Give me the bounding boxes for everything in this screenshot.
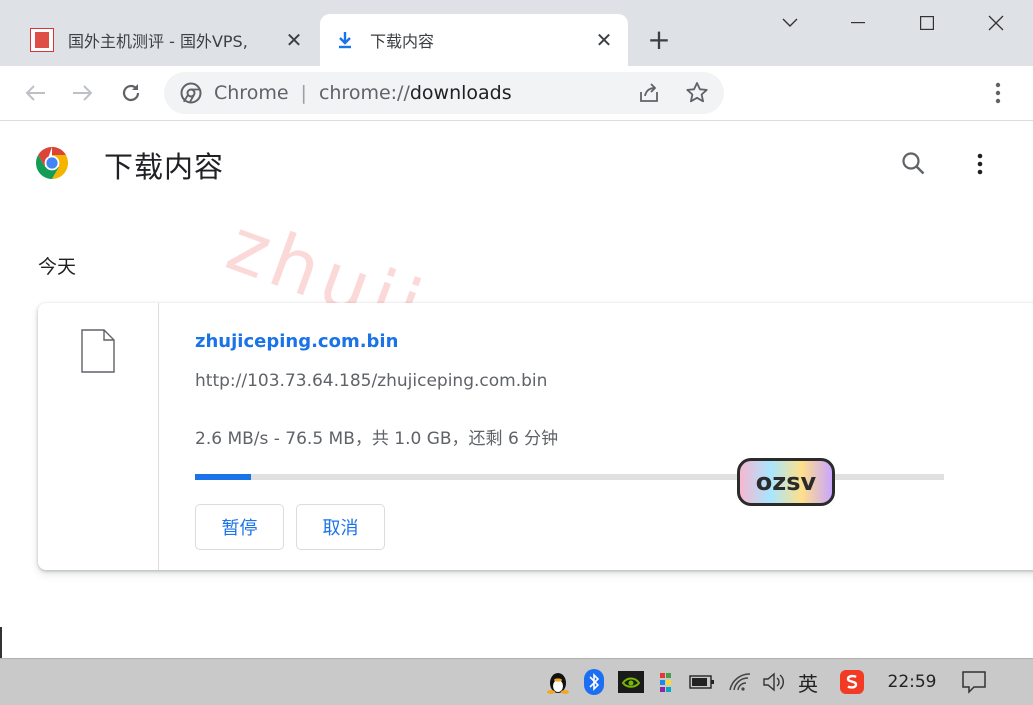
new-tab-button[interactable]: + (644, 26, 674, 56)
cancel-button[interactable]: 取消 (296, 504, 385, 550)
nvidia-icon[interactable] (618, 668, 644, 696)
chrome-logo-icon (180, 82, 202, 104)
sticker-text: ozsv (755, 468, 817, 496)
share-icon[interactable] (636, 80, 662, 106)
window-edge (0, 627, 2, 658)
taskbar (0, 658, 1033, 705)
card-divider (158, 303, 159, 570)
sogou-input-icon[interactable] (838, 668, 866, 696)
color-grid-icon[interactable] (656, 668, 676, 696)
forward-arrow-icon[interactable] (68, 78, 98, 108)
download-progress-fill (195, 474, 252, 480)
wifi-icon[interactable] (726, 668, 754, 696)
chrome-color-logo-icon (34, 145, 70, 181)
omnibox-scheme-label: Chrome (214, 82, 289, 104)
file-icon (80, 328, 116, 374)
tab-close-icon[interactable]: ✕ (284, 28, 304, 52)
pause-button[interactable]: 暂停 (195, 504, 284, 550)
chrome-menu-icon[interactable] (983, 78, 1013, 108)
search-icon[interactable] (900, 150, 928, 178)
volume-icon[interactable] (760, 668, 788, 696)
battery-icon[interactable] (688, 668, 716, 696)
download-status-text: 2.6 MB/s - 76.5 MB，共 1.0 GB，还剩 6 分钟 (195, 429, 559, 449)
qq-penguin-icon[interactable] (546, 668, 570, 696)
omnibox-url-prefix: chrome:// (318, 82, 410, 104)
maximize-icon[interactable] (904, 6, 950, 40)
notification-center-icon[interactable] (958, 668, 990, 696)
address-bar[interactable]: Chrome | chrome://downloads (164, 72, 724, 114)
back-arrow-icon[interactable] (20, 78, 50, 108)
tab-search-chevron-icon[interactable] (767, 6, 813, 40)
window-close-icon[interactable] (973, 6, 1019, 40)
reload-icon[interactable] (116, 78, 146, 108)
clock-time[interactable]: 22:59 (884, 668, 940, 696)
page-title: 下载内容 (104, 150, 225, 184)
site-favicon-icon (30, 28, 54, 52)
download-source-url: http://103.73.64.185/zhujiceping.com.bin (195, 371, 548, 391)
minimize-icon[interactable] (835, 6, 881, 40)
bookmark-star-icon[interactable] (684, 80, 710, 106)
omnibox-url: chrome://downloads (319, 82, 512, 104)
download-file-name-link[interactable]: zhujiceping.com.bin (195, 331, 398, 352)
tab-label: 下载内容 (370, 32, 435, 51)
download-icon (334, 29, 356, 51)
tab-zhujiceping[interactable]: 国外主机测评 - 国外VPS, ✕ (16, 14, 318, 66)
omnibox-url-path: downloads (409, 82, 512, 104)
tab-label: 国外主机测评 - 国外VPS, (68, 32, 248, 51)
ozsv-sticker-logo: ozsv (737, 458, 835, 506)
downloads-menu-icon[interactable] (974, 150, 986, 178)
tab-close-icon[interactable]: ✕ (594, 28, 614, 52)
date-section-heading: 今天 (38, 256, 77, 278)
bluetooth-icon[interactable] (582, 668, 606, 696)
omnibox-separator: | (300, 82, 307, 104)
ime-language-indicator[interactable]: 英 (793, 668, 823, 696)
tab-downloads[interactable]: 下载内容 ✕ (320, 14, 628, 66)
